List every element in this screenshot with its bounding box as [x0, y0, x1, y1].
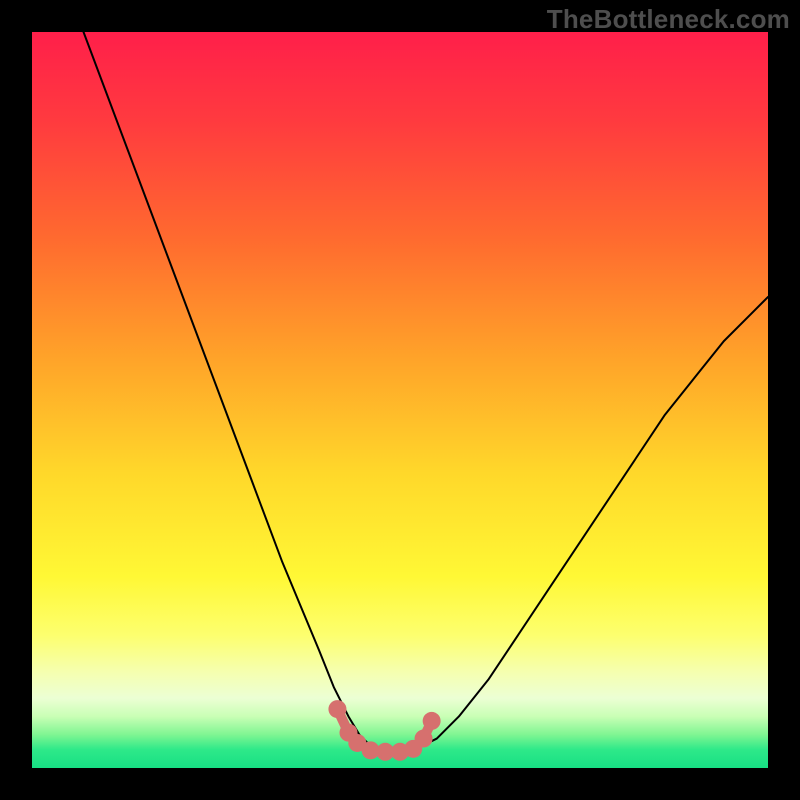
series-valley-highlight-dot	[415, 730, 433, 748]
gradient-background	[32, 32, 768, 768]
watermark-text: TheBottleneck.com	[547, 4, 790, 35]
series-valley-highlight-dot	[328, 700, 346, 718]
series-valley-highlight-dot	[423, 712, 441, 730]
outer-frame: TheBottleneck.com	[0, 0, 800, 800]
plot-area	[32, 32, 768, 768]
chart-svg	[32, 32, 768, 768]
